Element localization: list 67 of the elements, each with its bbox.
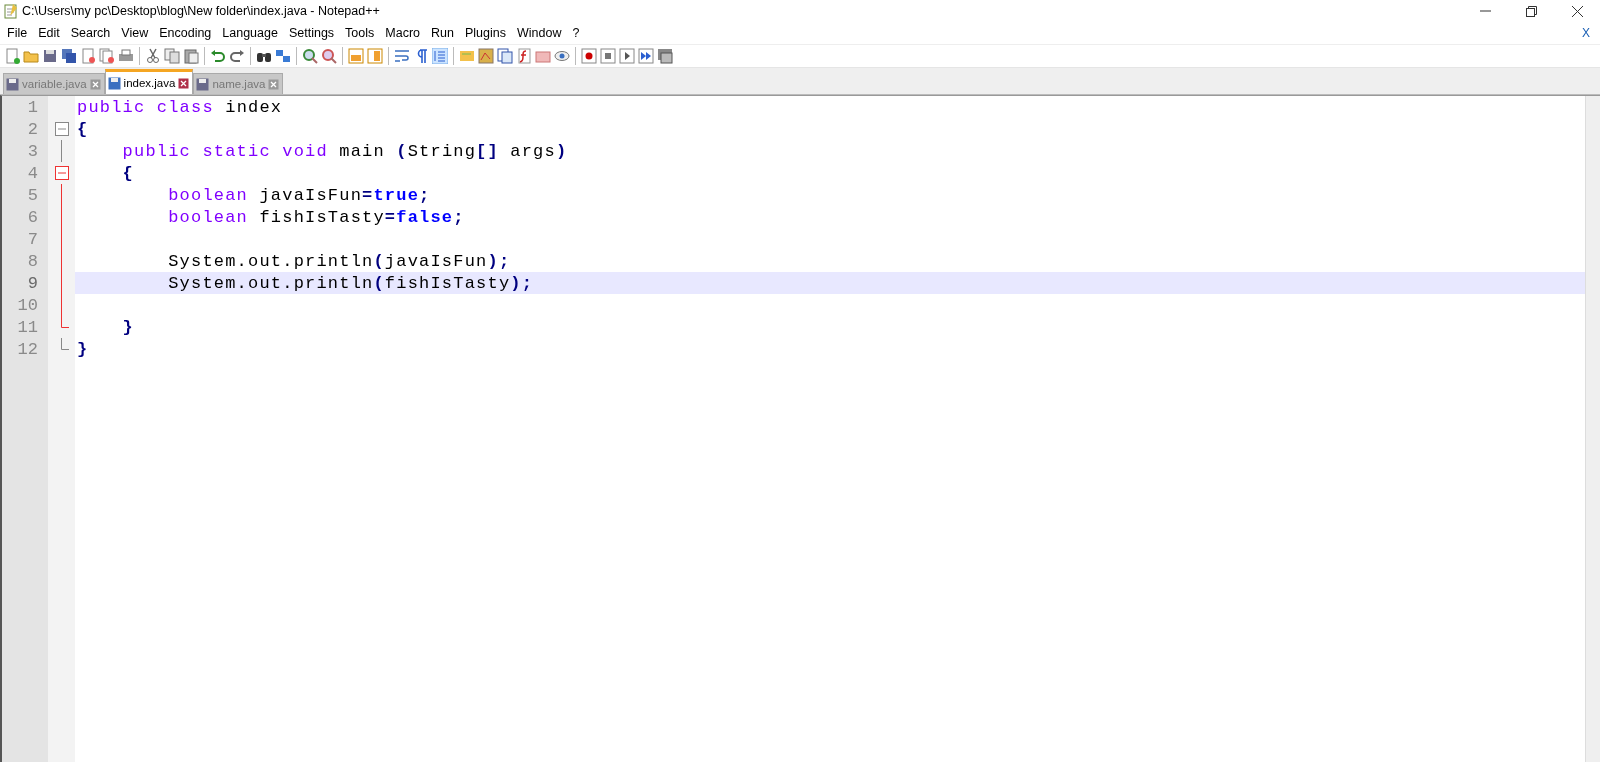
code-line: } [121,316,135,338]
menu-item[interactable]: ? [571,26,587,40]
record-icon[interactable] [581,48,597,64]
menu-item[interactable]: Search [69,26,118,40]
redo-arrow-icon[interactable] [229,48,245,64]
close-tab-icon[interactable] [178,77,190,89]
code-line: boolean javaIsFun=true; [167,184,432,206]
menu-item[interactable]: View [120,26,156,40]
printer-icon[interactable] [118,48,134,64]
line-number: 1 [26,96,39,118]
floppy-disks-icon[interactable] [61,48,77,64]
code-line: public static void main (String[] args) [121,140,569,162]
line-number: 8 [26,250,39,272]
code-line: } [76,338,90,360]
line-number: 11 [16,316,39,338]
clipboard-icon[interactable] [183,48,199,64]
close-document-button[interactable]: X [1582,26,1590,40]
restore-icon[interactable] [1525,5,1537,17]
line-number: 7 [26,228,39,250]
close-tab-icon[interactable] [268,78,280,90]
copy-icon[interactable] [164,48,180,64]
vertical-scrollbar[interactable] [1585,96,1600,762]
menu-item[interactable]: Macro [384,26,428,40]
undo-arrow-icon[interactable] [210,48,226,64]
code-line: System.out.println(javaIsFun); [167,250,512,272]
zoom-in-icon[interactable] [302,48,318,64]
window-title: C:\Users\my pc\Desktop\blog\New folder\index.java - Notepad++ [22,4,380,18]
line-number: 6 [26,206,39,228]
menu-item[interactable]: Settings [287,26,342,40]
line-number: 5 [26,184,39,206]
line-number: 9 [26,272,39,294]
menu-item[interactable]: Language [221,26,285,40]
line-number: 2 [26,118,39,140]
line-number: 3 [26,140,39,162]
menu-item[interactable]: Plugins [463,26,513,40]
fold-minus-icon[interactable] [55,166,69,180]
close-tab-icon[interactable] [89,78,101,90]
line-number: 4 [26,162,39,184]
code-line: { [121,162,135,184]
menu-item[interactable]: Run [430,26,461,40]
close-document-icon[interactable] [80,48,96,64]
word-wrap-icon[interactable] [394,48,410,64]
stop-icon[interactable] [600,48,616,64]
line-number: 12 [16,338,39,360]
line-number: 10 [16,294,39,316]
code-line: public class index [76,96,284,118]
menu-item[interactable]: File [6,26,35,40]
close-icon[interactable] [1571,5,1583,17]
new-document-icon[interactable] [4,48,20,64]
menu-item[interactable]: Window [515,26,569,40]
close-documents-icon[interactable] [99,48,115,64]
play-icon[interactable] [619,48,635,64]
menu-item[interactable]: Edit [37,26,67,40]
minimize-icon[interactable] [1479,10,1491,12]
menu-item[interactable]: Encoding [158,26,219,40]
notepad-icon [4,3,18,19]
function-icon[interactable] [516,48,532,64]
code-line: boolean fishIsTasty=false; [167,206,466,228]
fold-minus-icon[interactable] [55,122,69,136]
eye-icon[interactable] [554,48,570,64]
document-list-icon[interactable] [497,48,513,64]
zoom-out-icon[interactable] [321,48,337,64]
scissors-icon[interactable] [145,48,161,64]
code-line: { [76,118,90,140]
menu-item[interactable]: Tools [344,26,382,40]
fast-forward-icon[interactable] [638,48,654,64]
file-tab[interactable]: index.java [104,69,194,94]
